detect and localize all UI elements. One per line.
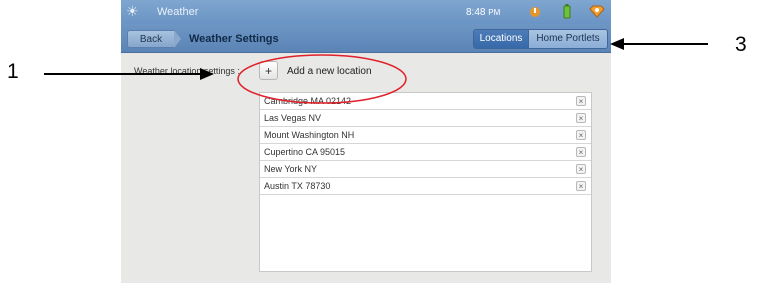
- tab-locations[interactable]: Locations: [474, 30, 529, 48]
- location-name: Las Vegas NV: [264, 113, 322, 123]
- location-name: Cupertino CA 95015: [264, 147, 346, 157]
- arrow-3: [610, 38, 708, 50]
- back-button[interactable]: Back: [127, 30, 181, 48]
- tab-home-portlets[interactable]: Home Portlets: [529, 30, 607, 48]
- location-name: Austin TX 78730: [264, 181, 331, 191]
- tab-group: Locations Home Portlets: [473, 29, 608, 49]
- location-name: Mount Washington NH: [264, 130, 355, 140]
- list-item[interactable]: Austin TX 78730 ×: [260, 178, 591, 195]
- weather-app-icon: ☀: [126, 3, 139, 19]
- location-list: Cambridge MA 02142 × Las Vegas NV × Moun…: [259, 92, 592, 272]
- clock: 8:48 PM: [466, 7, 501, 18]
- battery-icon: [562, 4, 572, 22]
- location-settings-label: Weather location settings :: [134, 66, 240, 76]
- delete-location-button[interactable]: ×: [576, 181, 586, 191]
- callout-number-3: 3: [735, 33, 747, 56]
- add-location-button[interactable]: +: [259, 61, 278, 80]
- delete-location-button[interactable]: ×: [576, 130, 586, 140]
- delete-location-button[interactable]: ×: [576, 113, 586, 123]
- delete-location-button[interactable]: ×: [576, 96, 586, 106]
- app-title: Weather: [157, 6, 199, 18]
- list-item[interactable]: Cambridge MA 02142 ×: [260, 93, 591, 110]
- location-name: New York NY: [264, 164, 318, 174]
- location-name: Cambridge MA 02142: [264, 96, 352, 106]
- add-location-label[interactable]: Add a new location: [287, 66, 372, 77]
- delete-location-button[interactable]: ×: [576, 147, 586, 157]
- status-bar: ☀ Weather 8:48 PM: [121, 0, 611, 24]
- list-item[interactable]: Cupertino CA 95015 ×: [260, 144, 591, 161]
- device-screen: ☀ Weather 8:48 PM Back Weather Settings …: [121, 0, 611, 283]
- delete-location-button[interactable]: ×: [576, 164, 586, 174]
- notification-icon[interactable]: [589, 4, 605, 22]
- list-item[interactable]: New York NY ×: [260, 161, 591, 178]
- page-title: Weather Settings: [189, 33, 279, 45]
- callout-number-1: 1: [7, 60, 19, 83]
- list-item[interactable]: Mount Washington NH ×: [260, 127, 591, 144]
- title-bar: Back Weather Settings Locations Home Por…: [121, 24, 611, 53]
- alert-icon: [528, 4, 542, 21]
- list-item[interactable]: Las Vegas NV ×: [260, 110, 591, 127]
